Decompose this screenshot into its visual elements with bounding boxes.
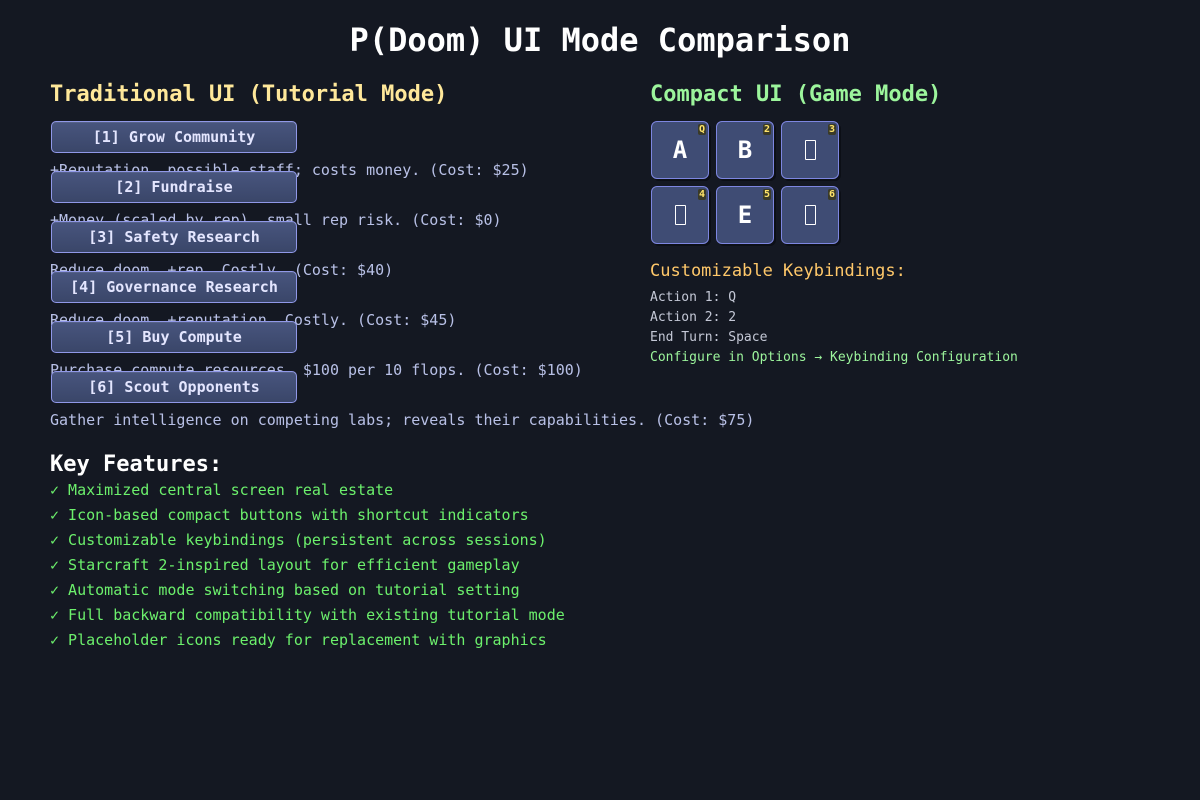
- shortcut-badge: 4: [697, 189, 706, 200]
- traditional-ui-heading: Traditional UI (Tutorial Mode): [50, 82, 448, 107]
- compact-action-button-3[interactable]: 3: [781, 121, 839, 179]
- compact-action-button-1[interactable]: A Q: [651, 121, 709, 179]
- shortcut-badge: Q: [697, 124, 706, 135]
- governance-research-button[interactable]: [4] Governance Research: [51, 271, 297, 303]
- letter-e-icon: E: [737, 201, 753, 229]
- scout-opponents-description: Gather intelligence on competing labs; r…: [50, 411, 755, 429]
- keybinding-config-hint: Configure in Options → Keybinding Config…: [650, 350, 1018, 365]
- missing-glyph-icon: [804, 205, 816, 225]
- feature-item: ✓ Automatic mode switching based on tuto…: [50, 581, 520, 599]
- keybinding-end-turn: End Turn: Space: [650, 330, 768, 345]
- keybindings-heading: Customizable Keybindings:: [650, 261, 906, 281]
- compact-ui-heading: Compact UI (Game Mode): [650, 82, 942, 107]
- scout-opponents-button[interactable]: [6] Scout Opponents: [51, 371, 297, 403]
- keybinding-action-1: Action 1: Q: [650, 290, 737, 305]
- missing-glyph-icon: [674, 205, 686, 225]
- shortcut-badge: 6: [827, 189, 836, 200]
- feature-item: ✓ Maximized central screen real estate: [50, 481, 394, 499]
- buy-compute-button[interactable]: [5] Buy Compute: [51, 321, 297, 353]
- shortcut-badge: 2: [762, 124, 771, 135]
- feature-item: ✓ Placeholder icons ready for replacemen…: [50, 631, 547, 649]
- feature-item: ✓ Starcraft 2-inspired layout for effici…: [50, 556, 520, 574]
- shortcut-badge: 3: [827, 124, 836, 135]
- feature-item: ✓ Icon-based compact buttons with shortc…: [50, 506, 529, 524]
- compact-action-button-4[interactable]: 4: [651, 186, 709, 244]
- grow-community-button[interactable]: [1] Grow Community: [51, 121, 297, 153]
- feature-item: ✓ Customizable keybindings (persistent a…: [50, 531, 547, 549]
- key-features-heading: Key Features:: [50, 452, 223, 477]
- letter-b-icon: B: [737, 136, 753, 164]
- missing-glyph-icon: [804, 140, 816, 160]
- fundraise-button[interactable]: [2] Fundraise: [51, 171, 297, 203]
- page-title: P(Doom) UI Mode Comparison: [349, 21, 851, 59]
- letter-a-icon: A: [672, 136, 688, 164]
- compact-action-button-6[interactable]: 6: [781, 186, 839, 244]
- safety-research-button[interactable]: [3] Safety Research: [51, 221, 297, 253]
- keybinding-action-2: Action 2: 2: [650, 310, 737, 325]
- compact-action-button-2[interactable]: B 2: [716, 121, 774, 179]
- shortcut-badge: 5: [762, 189, 771, 200]
- compact-action-button-5[interactable]: E 5: [716, 186, 774, 244]
- feature-item: ✓ Full backward compatibility with exist…: [50, 606, 565, 624]
